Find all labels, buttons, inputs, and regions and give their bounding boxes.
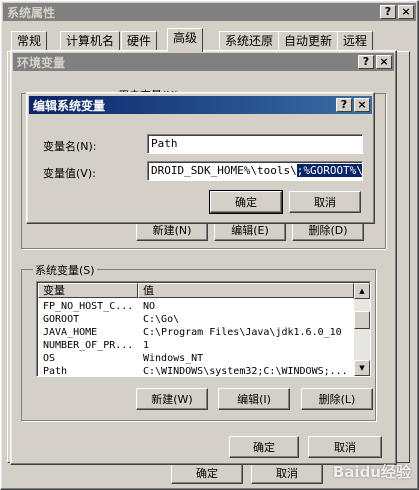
- environment-ok-button[interactable]: 确定: [229, 436, 299, 458]
- variable-value: 1: [143, 340, 150, 351]
- scrollbar-thumb[interactable]: [354, 311, 370, 329]
- variable-value: C:\WINDOWS\system32;C:\WINDOWS;...: [143, 366, 348, 377]
- edit-cancel-button[interactable]: 取消: [289, 191, 361, 213]
- selected-text: ;%GOROOT%\bir: [295, 163, 362, 178]
- environment-variables-titlebar[interactable]: 环境变量 ? ×: [13, 53, 394, 71]
- column-header-value[interactable]: 值: [138, 283, 354, 298]
- edit-ok-button[interactable]: 确定: [209, 190, 283, 214]
- help-button[interactable]: ?: [358, 55, 374, 69]
- watermark: Baidu经验: [332, 463, 411, 481]
- variable-value-field[interactable]: DROID_SDK_HOME%\tools\;%GOROOT%\bir: [147, 161, 363, 181]
- table-row[interactable]: Path C:\WINDOWS\system32;C:\WINDOWS;...: [39, 365, 354, 377]
- variable-name: JAVA_HOME: [43, 327, 98, 338]
- system-edit-button[interactable]: 编辑(I): [218, 388, 290, 410]
- variable-value: NO: [143, 301, 156, 312]
- close-icon[interactable]: ×: [376, 55, 392, 69]
- variable-value: C:\Go\: [143, 314, 180, 325]
- environment-cancel-button[interactable]: 取消: [308, 436, 382, 458]
- variable-value-label: 变量值(V):: [43, 167, 96, 180]
- variable-value: Windows_NT: [143, 353, 204, 364]
- table-row[interactable]: OS Windows_NT: [39, 352, 354, 365]
- tab-general[interactable]: 常规: [11, 31, 48, 51]
- close-icon[interactable]: ×: [354, 98, 370, 112]
- help-button[interactable]: ?: [336, 98, 352, 112]
- column-header-variable[interactable]: 变量: [38, 283, 138, 298]
- scroll-down-arrow-icon[interactable]: ▼: [354, 360, 370, 376]
- system-new-button[interactable]: 新建(W): [136, 388, 208, 410]
- table-row[interactable]: NUMBER_OF_PR... 1: [39, 339, 354, 352]
- variable-name: GOROOT: [43, 314, 80, 325]
- tab-computer-name[interactable]: 计算机名: [60, 31, 121, 51]
- variable-name-field[interactable]: Path: [147, 134, 363, 154]
- tab-system-restore[interactable]: 系统还原: [219, 31, 280, 51]
- system-properties-title: 系统属性: [7, 5, 56, 20]
- variable-name: Path: [43, 366, 68, 377]
- tab-remote[interactable]: 远程: [337, 31, 374, 51]
- variable-name: NUMBER_OF_PR...: [43, 340, 134, 351]
- system-properties-titlebar[interactable]: 系统属性 ? ×: [3, 3, 416, 21]
- table-row[interactable]: JAVA_HOME C:\Program Files\Java\jdk1.6.0…: [39, 326, 354, 339]
- tab-advanced[interactable]: 高级: [167, 28, 204, 52]
- system-delete-button[interactable]: 删除(L): [301, 388, 373, 410]
- edit-dialog-title: 编辑系统变量: [33, 98, 106, 113]
- system-variables-list[interactable]: 变量 值 FP_NO_HOST_C... NO GOROOT C:\Go\ JA…: [36, 281, 371, 377]
- vertical-scrollbar[interactable]: ▲ ▼: [354, 283, 370, 376]
- variable-value: C:\Program Files\Java\jdk1.6.0_10: [143, 327, 342, 338]
- variable-name: FP_NO_HOST_C...: [43, 301, 134, 312]
- environment-variables-title: 环境变量: [17, 55, 66, 70]
- system-variables-label: 系统变量(S): [33, 262, 97, 278]
- table-row[interactable]: FP_NO_HOST_C... NO: [39, 300, 354, 313]
- edit-system-variable-dialog: 编辑系统变量 ? × 变量名(N): Path 变量值(V): DROID_SD…: [26, 92, 375, 224]
- system-properties-ok-button[interactable]: 确定: [171, 462, 243, 484]
- tab-auto-update[interactable]: 自动更新: [278, 31, 339, 51]
- help-button[interactable]: ?: [380, 5, 396, 19]
- system-properties-cancel-button[interactable]: 取消: [251, 462, 323, 484]
- scroll-up-arrow-icon[interactable]: ▲: [354, 283, 370, 299]
- close-icon[interactable]: ×: [398, 5, 414, 19]
- tab-hardware[interactable]: 硬件: [121, 31, 158, 51]
- table-row[interactable]: GOROOT C:\Go\: [39, 313, 354, 326]
- edit-dialog-titlebar[interactable]: 编辑系统变量 ? ×: [29, 96, 372, 114]
- variable-name: OS: [43, 353, 56, 364]
- variable-name-label: 变量名(N):: [43, 140, 97, 153]
